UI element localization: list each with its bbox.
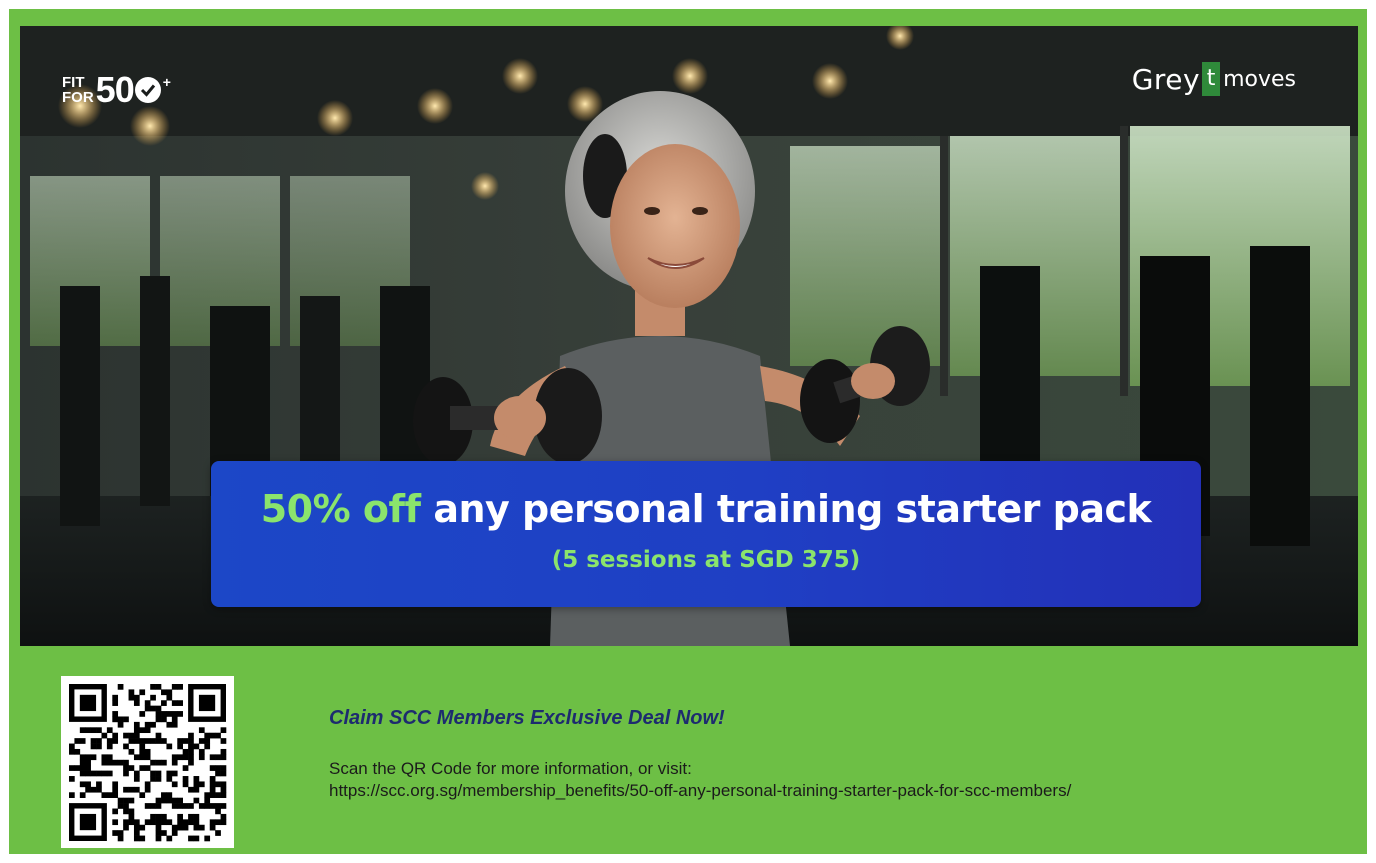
offer-subline: (5 sessions at SGD 375) <box>551 547 861 573</box>
greytt-word: Grey <box>1131 62 1201 96</box>
qr-code-image <box>69 684 227 842</box>
info-link[interactable]: https://scc.org.sg/membership_benefits/5… <box>329 780 1071 802</box>
info-line-1: Scan the QR Code for more information, o… <box>329 759 692 778</box>
greytt-moves-word: moves <box>1223 66 1296 92</box>
fit-50-number: 50 <box>95 69 135 110</box>
info-text: Scan the QR Code for more information, o… <box>329 758 1071 802</box>
offer-banner: 50% off any personal training starter pa… <box>211 461 1201 607</box>
greytt-t-box: t <box>1202 62 1221 96</box>
greytt-moves-logo: Grey t moves <box>1132 62 1296 96</box>
offer-headline: 50% off any personal training starter pa… <box>211 487 1201 531</box>
hero-photo: FIT FOR 50 + Grey t moves 50% off any pe… <box>20 26 1358 646</box>
fit-for-label: FIT FOR <box>62 74 94 106</box>
cta-heading: Claim SCC Members Exclusive Deal Now! <box>329 707 725 729</box>
fit-for-50-logo: FIT FOR 50 + <box>62 66 171 114</box>
offer-accent: 50% off <box>260 487 421 531</box>
fit-plus: + <box>162 74 171 90</box>
qr-code[interactable] <box>61 676 234 848</box>
offer-headline-rest: any personal training starter pack <box>420 487 1152 531</box>
ad-frame: FIT FOR 50 + Grey t moves 50% off any pe… <box>0 0 1376 863</box>
check-circle-icon <box>134 77 161 103</box>
